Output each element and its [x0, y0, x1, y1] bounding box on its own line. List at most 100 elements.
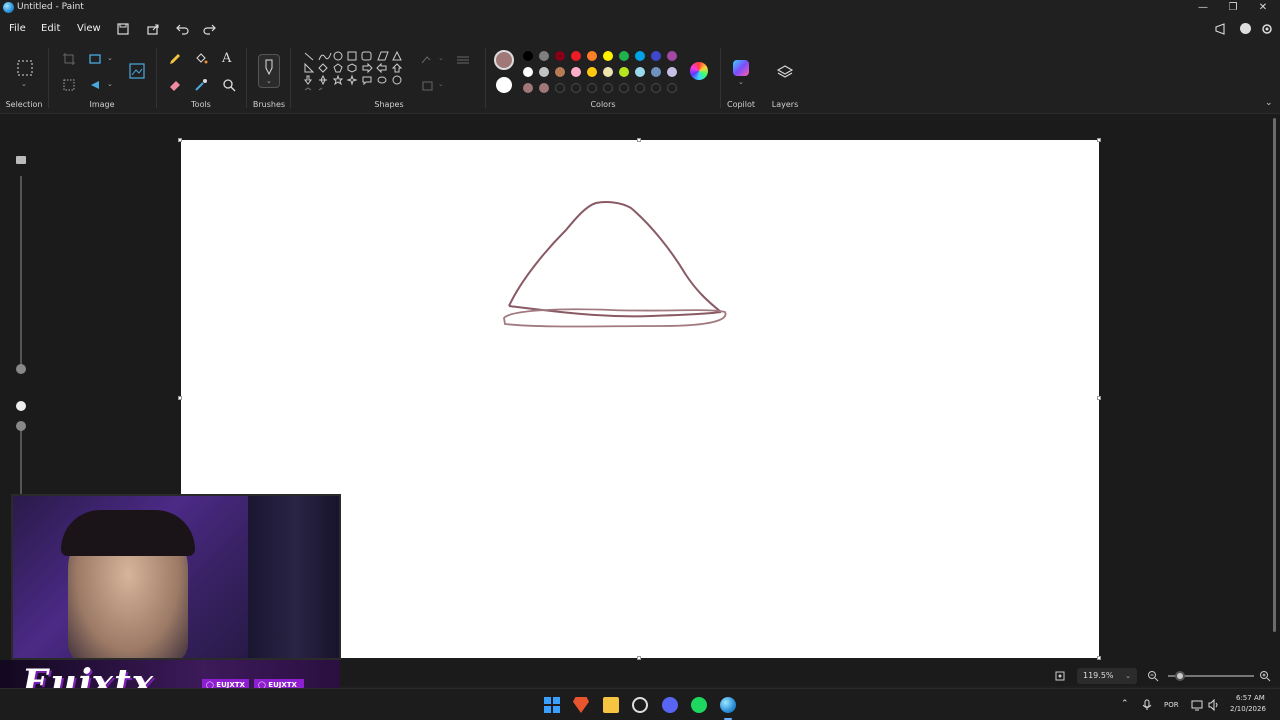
eraser-icon[interactable] [168, 78, 182, 92]
shape-size-icon[interactable] [455, 54, 471, 66]
color-swatch[interactable] [523, 67, 533, 77]
file-explorer-icon[interactable] [603, 697, 619, 713]
settings-gear-icon[interactable] [1258, 21, 1276, 37]
rotate-icon[interactable] [88, 78, 102, 92]
account-avatar-icon[interactable] [1240, 23, 1251, 34]
primary-color-swatch[interactable] [494, 50, 514, 70]
color-swatch[interactable] [667, 67, 677, 77]
zoom-level-dropdown[interactable]: 119.5% ⌄ [1077, 668, 1137, 684]
share-icon[interactable] [144, 21, 162, 37]
color-swatch[interactable] [555, 67, 565, 77]
color-swatch[interactable] [651, 67, 661, 77]
custom-color-slot[interactable] [555, 83, 565, 93]
save-icon[interactable] [114, 21, 132, 37]
color-swatch[interactable] [539, 67, 549, 77]
fit-to-window-icon[interactable] [1054, 670, 1066, 682]
spotify-icon[interactable] [691, 697, 707, 713]
keyboard-language[interactable]: POR [1164, 701, 1179, 709]
canvas-resize-handle[interactable] [1097, 656, 1101, 660]
custom-color-slot[interactable] [667, 83, 677, 93]
text-tool-icon[interactable]: A [222, 51, 231, 66]
resize-icon[interactable] [88, 52, 104, 66]
canvas-resize-handle[interactable] [637, 656, 641, 660]
color-swatch[interactable] [587, 67, 597, 77]
ribbon-collapse-chevron-icon[interactable]: ⌄ [1265, 98, 1273, 108]
color-swatch[interactable] [571, 67, 581, 77]
color-swatch[interactable] [603, 67, 613, 77]
resize-chevron-down-icon[interactable]: ⌄ [107, 54, 113, 62]
remove-background-icon[interactable] [62, 78, 76, 92]
canvas-resize-handle[interactable] [1097, 138, 1101, 142]
color-swatch[interactable] [667, 51, 677, 61]
color-swatch[interactable] [603, 51, 613, 61]
rectangle-select-icon[interactable] [15, 58, 35, 78]
layers-icon[interactable] [776, 64, 794, 80]
color-picker-icon[interactable] [194, 78, 208, 92]
image-select-icon[interactable] [128, 62, 146, 80]
custom-color-slot[interactable] [651, 83, 661, 93]
color-swatch[interactable] [619, 51, 629, 61]
close-button[interactable]: ✕ [1248, 0, 1278, 16]
selection-chevron-down-icon[interactable]: ⌄ [21, 80, 27, 88]
color-swatch[interactable] [587, 51, 597, 61]
magnifier-icon[interactable] [222, 78, 236, 92]
tray-overflow-chevron-icon[interactable]: ⌃ [1121, 699, 1129, 709]
shapes-gallery[interactable] [302, 50, 402, 98]
zoom-slider-thumb[interactable] [1175, 671, 1185, 681]
rotate-chevron-down-icon[interactable]: ⌄ [107, 80, 113, 88]
crop-icon[interactable] [62, 52, 76, 66]
redo-icon[interactable] [200, 21, 218, 37]
canvas-resize-handle[interactable] [1097, 396, 1101, 400]
canvas-resize-handle[interactable] [637, 138, 641, 142]
paint-taskbar-icon[interactable] [720, 697, 736, 713]
canvas-resize-handle[interactable] [178, 138, 182, 142]
brave-browser-icon[interactable] [573, 697, 589, 713]
color-swatch[interactable] [523, 51, 533, 61]
clock-date[interactable]: 2/10/2026 [1230, 705, 1266, 713]
color-swatch[interactable] [523, 83, 533, 93]
fill-chevron-down-icon[interactable]: ⌄ [438, 80, 444, 88]
outline-style-icon[interactable] [420, 54, 436, 66]
color-swatch[interactable] [619, 67, 629, 77]
canvas-resize-handle[interactable] [178, 396, 182, 400]
microphone-icon[interactable] [1142, 699, 1152, 711]
opacity-slider-thumb[interactable] [16, 421, 26, 431]
obs-studio-icon[interactable] [632, 697, 648, 713]
restore-button[interactable]: ❐ [1218, 0, 1248, 16]
custom-color-slot[interactable] [571, 83, 581, 93]
color-swatch[interactable] [571, 51, 581, 61]
brush-size-slider-thumb[interactable] [16, 364, 26, 374]
color-swatch[interactable] [555, 51, 565, 61]
undo-icon[interactable] [174, 21, 192, 37]
discord-icon[interactable] [662, 697, 678, 713]
custom-color-slot[interactable] [587, 83, 597, 93]
color-swatch[interactable] [539, 51, 549, 61]
menu-file[interactable]: File [9, 23, 26, 34]
fill-bucket-icon[interactable] [194, 52, 208, 66]
color-swatch[interactable] [635, 67, 645, 77]
custom-color-slot[interactable] [603, 83, 613, 93]
zoom-in-icon[interactable] [1259, 670, 1271, 682]
color-swatch[interactable] [651, 51, 661, 61]
edit-colors-wheel-icon[interactable] [690, 62, 708, 80]
outline-chevron-down-icon[interactable]: ⌄ [438, 54, 444, 62]
brushes-button[interactable]: ⌄ [258, 54, 280, 88]
zoom-out-icon[interactable] [1147, 670, 1159, 682]
custom-color-slot[interactable] [635, 83, 645, 93]
vertical-scrollbar[interactable] [1273, 118, 1276, 632]
windows-start-icon[interactable] [544, 697, 560, 713]
custom-color-slot[interactable] [619, 83, 629, 93]
fill-style-icon[interactable] [420, 80, 436, 92]
opacity-slider-track[interactable] [20, 428, 22, 494]
menu-edit[interactable]: Edit [41, 23, 60, 34]
secondary-color-swatch[interactable] [496, 77, 512, 93]
pencil-icon[interactable] [168, 52, 182, 66]
notifications-icon[interactable] [1212, 21, 1230, 37]
copilot-chevron-down-icon[interactable]: ⌄ [738, 78, 744, 86]
volume-icon[interactable] [1208, 699, 1220, 711]
minimize-button[interactable]: — [1188, 0, 1218, 16]
brush-size-slider-track[interactable] [20, 176, 22, 372]
copilot-icon[interactable] [733, 60, 749, 76]
network-icon[interactable] [1191, 699, 1203, 711]
color-swatch[interactable] [539, 83, 549, 93]
